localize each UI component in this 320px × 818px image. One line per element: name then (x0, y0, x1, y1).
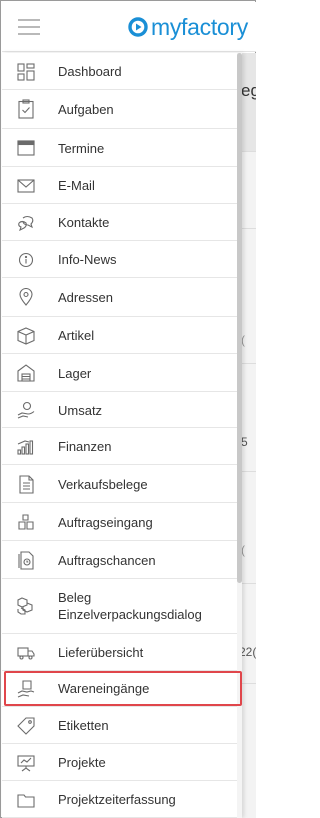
hand-coins-icon (16, 400, 36, 420)
menu-item-umsatz[interactable]: Umsatz (2, 392, 239, 428)
hamburger-menu-icon[interactable] (18, 19, 40, 36)
bar-chart-icon (16, 437, 36, 457)
info-icon (16, 250, 36, 270)
menu-item-label: Beleg (58, 590, 92, 605)
menu-scrollbar-thumb[interactable] (237, 53, 242, 583)
document-icon (16, 474, 36, 494)
dashboard-icon (16, 62, 36, 82)
menu-item-beleg-einzelverpackungsdialog[interactable]: Beleg Einzelverpackungsdialog (2, 579, 239, 634)
app-window: eg ( 5 ( 22( myfactory Dashboard Aufgabe… (0, 0, 256, 818)
menu-item-adressen[interactable]: Adressen (2, 278, 239, 317)
menu-item-etiketten[interactable]: Etiketten (2, 707, 239, 744)
menu-item-label: Info-News (58, 252, 117, 267)
clipboard-check-icon (16, 99, 36, 119)
menu-item-kontakte[interactable]: Kontakte (2, 204, 239, 241)
top-header: myfactory (2, 2, 256, 52)
menu-item-label: Termine (58, 141, 105, 156)
menu-item-projektzeiterfassung[interactable]: Projektzeiterfassung (2, 781, 239, 818)
menu-item-label: Artikel (58, 328, 95, 343)
menu-item-finanzen[interactable]: Finanzen (2, 428, 239, 465)
menu-item-label: Aufgaben (58, 102, 114, 117)
menu-item-dashboard[interactable]: Dashboard (2, 53, 239, 90)
menu-item-label: Projektzeiterfassung (58, 792, 176, 807)
box-icon (16, 326, 36, 346)
tag-icon (16, 716, 36, 736)
menu-item-label: Adressen (58, 290, 113, 305)
myfactory-logo[interactable]: myfactory (128, 12, 248, 42)
background-title-fragment: eg (241, 81, 256, 100)
background-fragment: 5 (241, 435, 248, 449)
menu-item-label: Verkaufsbelege (58, 477, 148, 492)
menu-item-label: Lieferübersicht (58, 645, 144, 660)
packages-icon (16, 596, 36, 616)
menu-item-email[interactable]: E-Mail (2, 167, 239, 204)
menu-item-label: Auftragseingang (58, 515, 153, 530)
menu-item-label: E-Mail (58, 178, 95, 193)
boxes-icon (16, 512, 36, 532)
menu-item-label: Dashboard (58, 64, 122, 79)
menu-item-label: Umsatz (58, 403, 103, 418)
menu-item-label: Kontakte (58, 215, 110, 230)
menu-item-projekte[interactable]: Projekte (2, 744, 239, 781)
menu-item-termine[interactable]: Termine (2, 129, 239, 167)
presentation-icon (16, 753, 36, 773)
menu-item-auftragseingang[interactable]: Auftragseingang (2, 503, 239, 541)
warehouse-icon (16, 363, 36, 383)
truck-icon (16, 643, 36, 663)
calendar-icon (16, 138, 36, 158)
menu-item-lager[interactable]: Lager (2, 354, 239, 392)
menu-item-artikel[interactable]: Artikel (2, 317, 239, 354)
menu-item-label: Auftragschancen (58, 553, 156, 568)
logo-mark-icon (128, 17, 148, 37)
menu-item-label: Finanzen (58, 439, 112, 454)
menu-item-label: Etiketten (58, 718, 109, 733)
menu-item-label: Einzelverpackungsdialog (58, 607, 202, 622)
contacts-icon (16, 213, 36, 233)
wareneingaenge-highlight-box (4, 671, 242, 706)
menu-item-auftragschancen[interactable]: Auftragschancen (2, 541, 239, 579)
menu-item-label: Lager (58, 366, 92, 381)
menu-item-verkaufsbelege[interactable]: Verkaufsbelege (2, 465, 239, 503)
menu-item-info-news[interactable]: Info-News (2, 241, 239, 278)
document-chance-icon (16, 550, 36, 570)
logo-text: myfactory (151, 13, 248, 40)
envelope-icon (16, 176, 36, 196)
menu-item-lieferuebersicht[interactable]: Lieferübersicht (2, 634, 239, 671)
menu-item-label: Projekte (58, 755, 106, 770)
location-pin-icon (16, 287, 36, 307)
menu-item-aufgaben[interactable]: Aufgaben (2, 90, 239, 129)
folder-icon (16, 790, 36, 810)
